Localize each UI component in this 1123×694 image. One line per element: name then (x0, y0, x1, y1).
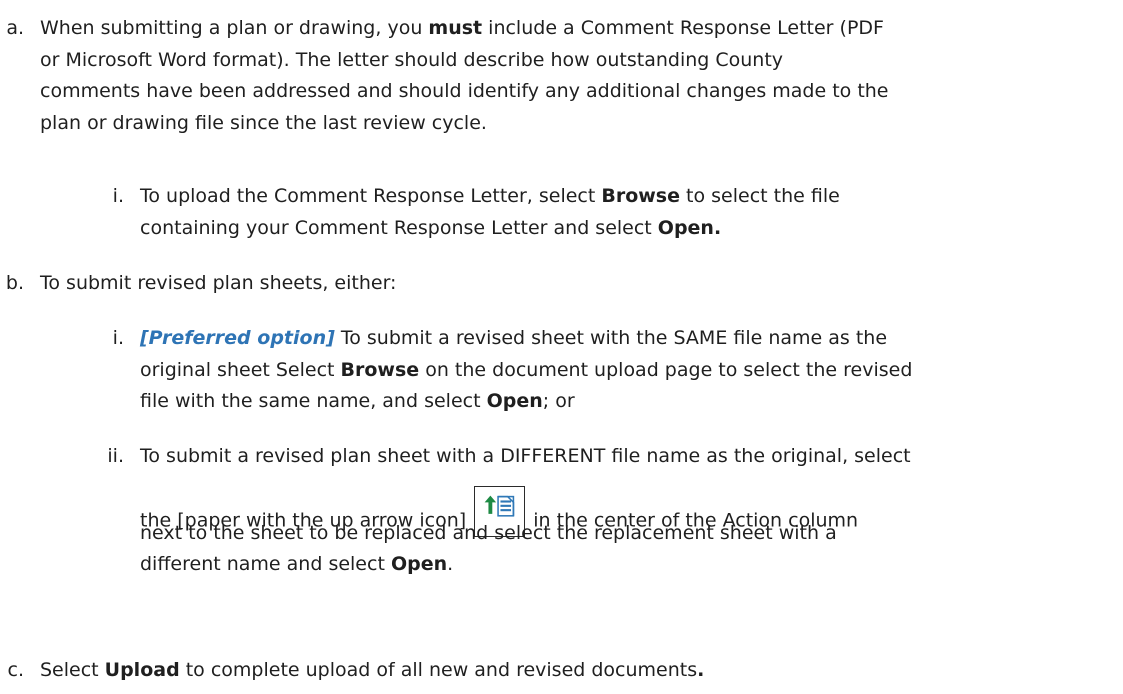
item-c-text: Select Upload to complete upload of all … (40, 659, 705, 681)
must-emphasis: must (428, 17, 483, 39)
preferred-option-label: [Preferred option] (140, 327, 335, 349)
item-b-i-line-3: file with the same name, and select Open… (140, 390, 575, 412)
item-b-ii-line-3: next to the sheet to be replaced and sel… (140, 521, 837, 544)
list-marker-b: b. (5, 272, 24, 294)
item-b-text: To submit revised plan sheets, either: (40, 272, 397, 294)
list-marker-a-i: i. (112, 185, 124, 207)
item-b-ii-line-4: different name and select Open. (140, 553, 454, 575)
list-marker-c: c. (7, 659, 25, 681)
browse-label: Browse (601, 185, 680, 207)
item-b-i-line-1: [Preferred option] To submit a revised s… (140, 327, 888, 349)
open-label: Open. (657, 216, 722, 239)
item-a-i-line-2: containing your Comment Response Letter … (140, 216, 722, 239)
item-b-ii-line-1: To submit a revised plan sheet with a DI… (140, 445, 911, 467)
item-b-i-line-2: original sheet Select Browse on the docu… (140, 358, 913, 381)
open-label: Open (486, 390, 543, 412)
item-a-line-1: When submitting a plan or drawing, you m… (40, 17, 884, 39)
upload-label: Upload (104, 659, 180, 681)
list-marker-b-i: i. (112, 327, 124, 349)
open-label: Open (390, 553, 448, 575)
item-a-i-line-1: To upload the Comment Response Letter, s… (140, 185, 840, 207)
item-a-line-2: or Microsoft Word format). The letter sh… (40, 48, 784, 71)
list-marker-b-ii: ii. (107, 445, 124, 467)
instructions-document: a. When submitting a plan or drawing, yo… (0, 0, 1123, 694)
item-a-line-3: comments have been addressed and should … (40, 80, 889, 102)
list-marker-a: a. (6, 17, 24, 39)
browse-label: Browse (340, 358, 420, 381)
item-a-line-4: plan or drawing file since the last revi… (40, 111, 487, 134)
